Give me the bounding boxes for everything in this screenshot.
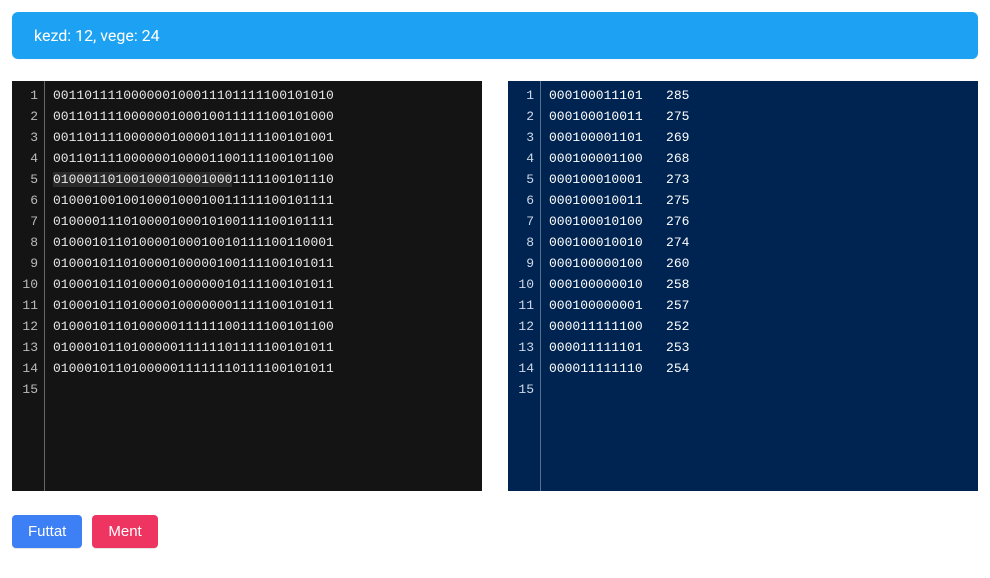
gutter-line-number: 15 — [514, 379, 534, 400]
output-editor[interactable]: 123456789101112131415 000100011101 28500… — [508, 81, 978, 491]
code-line[interactable]: 010001011010000011111101111100101011 — [53, 337, 476, 358]
code-line[interactable] — [53, 379, 476, 400]
gutter-line-number: 7 — [18, 211, 38, 232]
output-line[interactable]: 000100010011 275 — [549, 106, 972, 127]
output-line[interactable]: 000100001101 269 — [549, 127, 972, 148]
code-line[interactable]: 001101111000000100001100111100101100 — [53, 148, 476, 169]
gutter-line-number: 3 — [514, 127, 534, 148]
gutter-line-number: 14 — [514, 358, 534, 379]
code-line[interactable]: 010001011010000100000010111100101011 — [53, 274, 476, 295]
output-line[interactable]: 000100010010 274 — [549, 232, 972, 253]
run-button[interactable]: Futtat — [12, 515, 82, 548]
gutter-line-number: 4 — [514, 148, 534, 169]
gutter-line-number: 9 — [514, 253, 534, 274]
input-editor-content[interactable]: 0011011110000001000111011111001010100011… — [44, 81, 482, 491]
code-line[interactable]: 010001011010000011111110111100101011 — [53, 358, 476, 379]
input-editor-gutter: 123456789101112131415 — [12, 81, 44, 491]
input-editor[interactable]: 123456789101112131415 001101111000000100… — [12, 81, 482, 491]
gutter-line-number: 9 — [18, 253, 38, 274]
save-button[interactable]: Ment — [92, 515, 157, 548]
gutter-line-number: 14 — [18, 358, 38, 379]
code-line[interactable]: 010001001001000100010011111100101111 — [53, 190, 476, 211]
code-line[interactable]: 001101111000000100011101111100101010 — [53, 85, 476, 106]
gutter-line-number: 10 — [18, 274, 38, 295]
code-line[interactable]: 010001011010000100010010111100110001 — [53, 232, 476, 253]
output-line[interactable]: 000011111100 252 — [549, 316, 972, 337]
output-line[interactable]: 000100010011 275 — [549, 190, 972, 211]
status-alert: kezd: 12, vege: 24 — [12, 12, 978, 59]
gutter-line-number: 7 — [514, 211, 534, 232]
output-line[interactable]: 000100000010 258 — [549, 274, 972, 295]
gutter-line-number: 5 — [514, 169, 534, 190]
code-line[interactable]: 001101111000000100001101111100101001 — [53, 127, 476, 148]
gutter-line-number: 13 — [514, 337, 534, 358]
output-line[interactable]: 000100000100 260 — [549, 253, 972, 274]
gutter-line-number: 15 — [18, 379, 38, 400]
gutter-line-number: 4 — [18, 148, 38, 169]
output-line[interactable]: 000100000001 257 — [549, 295, 972, 316]
gutter-line-number: 2 — [514, 106, 534, 127]
gutter-line-number: 13 — [18, 337, 38, 358]
output-editor-content[interactable]: 000100011101 285000100010011 27500010000… — [540, 81, 978, 491]
gutter-line-number: 1 — [18, 85, 38, 106]
output-line[interactable]: 000100011101 285 — [549, 85, 972, 106]
status-text: kezd: 12, vege: 24 — [34, 26, 160, 45]
code-line[interactable]: 001101111000000100010011111100101000 — [53, 106, 476, 127]
code-line[interactable]: 010001011010000011111100111100101100 — [53, 316, 476, 337]
gutter-line-number: 10 — [514, 274, 534, 295]
output-line[interactable]: 000011111110 254 — [549, 358, 972, 379]
gutter-line-number: 5 — [18, 169, 38, 190]
text-selection: 01000110100100010001000 — [53, 172, 232, 187]
gutter-line-number: 1 — [514, 85, 534, 106]
gutter-line-number: 8 — [18, 232, 38, 253]
output-line[interactable]: 000100010001 273 — [549, 169, 972, 190]
gutter-line-number: 11 — [514, 295, 534, 316]
gutter-line-number: 3 — [18, 127, 38, 148]
code-line[interactable]: 010000111010000100010100111100101111 — [53, 211, 476, 232]
code-line[interactable]: 010001011010000100000001111100101011 — [53, 295, 476, 316]
code-line[interactable]: 010001011010000100000100111100101011 — [53, 253, 476, 274]
output-line[interactable]: 000100001100 268 — [549, 148, 972, 169]
gutter-line-number: 11 — [18, 295, 38, 316]
output-line[interactable] — [549, 379, 972, 400]
gutter-line-number: 12 — [18, 316, 38, 337]
output-line[interactable]: 000011111101 253 — [549, 337, 972, 358]
gutter-line-number: 8 — [514, 232, 534, 253]
gutter-line-number: 2 — [18, 106, 38, 127]
output-editor-gutter: 123456789101112131415 — [508, 81, 540, 491]
gutter-line-number: 6 — [18, 190, 38, 211]
code-line[interactable]: 010001101001000100010001111100101110 — [53, 169, 476, 190]
gutter-line-number: 12 — [514, 316, 534, 337]
output-line[interactable]: 000100010100 276 — [549, 211, 972, 232]
gutter-line-number: 6 — [514, 190, 534, 211]
